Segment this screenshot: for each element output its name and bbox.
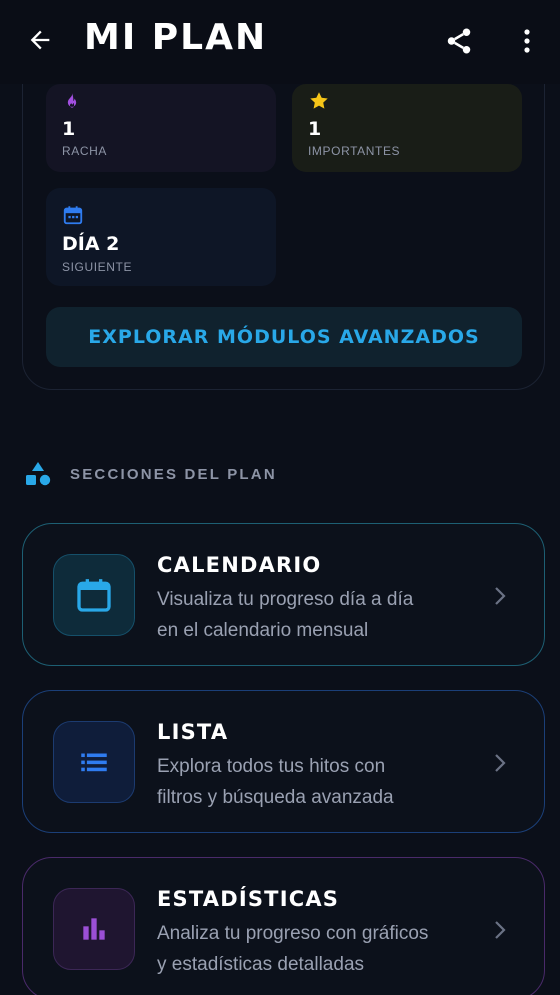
next-day-label: SIGUIENTE: [62, 260, 133, 274]
important-value: 1: [308, 118, 322, 140]
calendar-icon: [77, 579, 111, 612]
statistics-desc-line2: y estadísticas detalladas: [157, 954, 365, 975]
list-icon-box: [53, 721, 135, 803]
calendar-title: CALENDARIO: [157, 553, 322, 577]
bar-chart-icon: [83, 918, 105, 940]
stat-streak: 1 RACHA: [46, 84, 276, 172]
page-title: MI PLAN: [84, 17, 268, 58]
stat-important: 1 IMPORTANTES: [292, 84, 522, 172]
list-desc-line1: Explora todos tus hitos con: [157, 756, 386, 777]
arrow-back-icon: [30, 30, 50, 50]
more-vert-icon: [524, 29, 530, 53]
next-day-value: DÍA 2: [62, 233, 120, 255]
statistics-desc-line1: Analiza tu progreso con gráficos: [157, 923, 429, 944]
statistics-section-card[interactable]: ESTADÍSTICAS Analiza tu progreso con grá…: [22, 857, 545, 995]
important-label: IMPORTANTES: [308, 144, 401, 158]
chevron-right-icon: [489, 749, 511, 777]
list-title: LISTA: [157, 720, 229, 744]
chevron-right-icon: [489, 916, 511, 944]
streak-label: RACHA: [62, 144, 108, 158]
list-section-card[interactable]: LISTA Explora todos tus hitos con filtro…: [22, 690, 545, 833]
share-icon: [447, 28, 471, 54]
flame-icon: [67, 92, 77, 108]
list-description: Explora todos tus hitos con filtros y bú…: [157, 751, 467, 813]
calendar-description: Visualiza tu progreso día a día en el ca…: [157, 584, 467, 646]
shapes-icon: [26, 462, 51, 486]
chevron-right-icon: [489, 582, 511, 610]
statistics-title: ESTADÍSTICAS: [157, 887, 340, 911]
section-title: SECCIONES DEL PLAN: [70, 466, 277, 483]
calendar-icon-box: [53, 554, 135, 636]
explore-modules-button[interactable]: EXPLORAR MÓDULOS AVANZADOS: [46, 307, 522, 367]
section-header: [24, 458, 52, 490]
app-bar: MI PLAN: [0, 0, 560, 84]
share-button[interactable]: [440, 22, 478, 60]
calendar-desc-line1: Visualiza tu progreso día a día: [157, 589, 414, 610]
star-icon: [310, 92, 328, 109]
calendar-desc-line2: en el calendario mensual: [157, 620, 369, 641]
list-icon: [81, 753, 107, 772]
back-button[interactable]: [22, 22, 58, 58]
calendar-icon: [63, 206, 83, 225]
statistics-icon-box: [53, 888, 135, 970]
calendar-section-card[interactable]: CALENDARIO Visualiza tu progreso día a d…: [22, 523, 545, 666]
list-desc-line2: filtros y búsqueda avanzada: [157, 787, 394, 808]
streak-value: 1: [62, 118, 76, 140]
stat-next-day: DÍA 2 SIGUIENTE: [46, 188, 276, 286]
statistics-description: Analiza tu progreso con gráficos y estad…: [157, 918, 467, 980]
more-options-button[interactable]: [512, 22, 542, 60]
